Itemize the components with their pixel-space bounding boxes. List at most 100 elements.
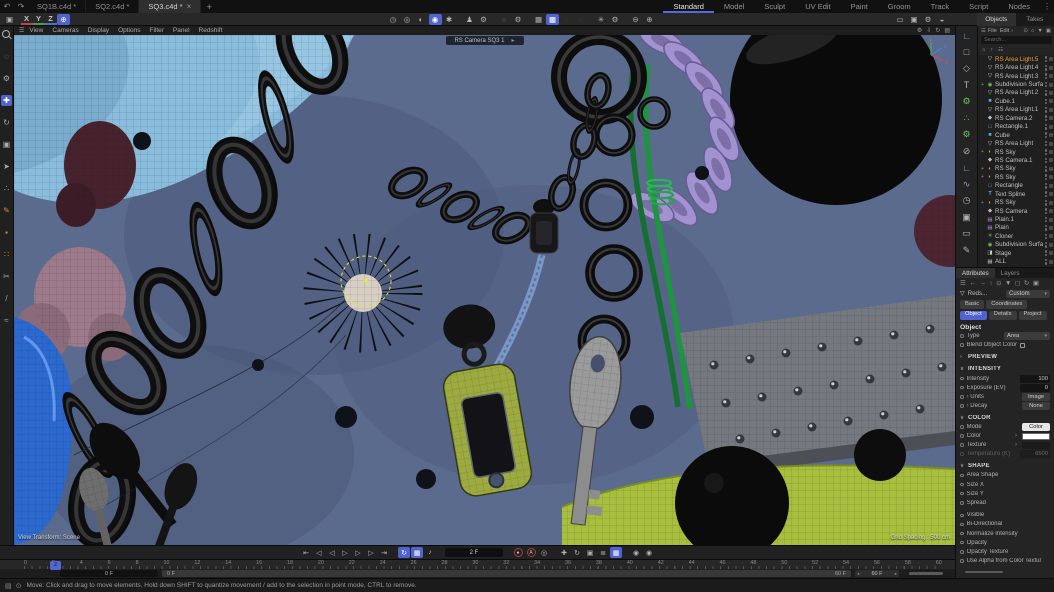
attribute-tab-button[interactable]: Details — [989, 311, 1017, 320]
objects-search-icon[interactable]: ⊙ — [1023, 28, 1028, 34]
attribute-tab-button[interactable]: Basic — [960, 300, 984, 309]
record-keyframe-button[interactable]: ● — [514, 548, 523, 557]
grab-tool-icon[interactable]: ✱ — [443, 14, 456, 25]
keyframe-dot[interactable] — [960, 452, 964, 456]
keyframe-dot[interactable] — [960, 532, 964, 536]
attribute-row[interactable]: Intensity › 100 — [956, 374, 1054, 383]
keyframe-dot[interactable] — [960, 550, 964, 554]
render-tag[interactable] — [1049, 209, 1053, 213]
visibility-dots[interactable] — [1045, 149, 1047, 155]
prev-frame-button[interactable]: ◁ — [326, 547, 338, 558]
object-row[interactable]: RS Sky — [978, 165, 1054, 173]
attribute-row[interactable]: Units › Image — [956, 392, 1054, 401]
attribute-value[interactable] — [1022, 433, 1050, 440]
next-frame-button[interactable]: ▷ — [352, 547, 364, 558]
sound-toggle-button[interactable]: ♪ — [424, 547, 436, 558]
visibility-dots[interactable] — [1045, 124, 1047, 130]
viewport-menu-item[interactable]: Cameras — [52, 26, 78, 35]
doc-tab-sq2[interactable]: SQ2.c4d * × — [86, 0, 139, 13]
axis-mode-icon[interactable]: ∟ — [960, 161, 974, 174]
visibility-dots[interactable] — [1045, 234, 1047, 240]
objects-menu-item[interactable]: File — [988, 28, 997, 34]
recent-tool-2[interactable]: ∷ — [1, 249, 12, 260]
mode-dropdown[interactable]: Custom ▾ — [1006, 290, 1050, 298]
preview-range-track[interactable]: 0 F 60 F — [162, 570, 851, 577]
visibility-dots[interactable] — [1045, 115, 1047, 121]
field-settings-icon[interactable]: ⚙ — [512, 14, 525, 25]
undo-icon[interactable]: ↶ — [0, 0, 14, 13]
range-start-field[interactable]: 0 F — [60, 570, 158, 577]
attribute-row[interactable]: Spread › — [956, 498, 1054, 507]
expand-icon[interactable] — [981, 200, 985, 206]
checkbox[interactable] — [1020, 343, 1025, 348]
render-tag[interactable] — [1049, 142, 1053, 146]
keyframe-selection-button[interactable]: ◎ — [538, 547, 550, 558]
visibility-dots[interactable] — [1045, 250, 1047, 256]
solo-off-button[interactable]: ◉ — [630, 547, 642, 558]
attribute-value[interactable] — [1022, 442, 1050, 449]
add-icon[interactable]: ⊕ — [643, 14, 656, 25]
attr-menu-icon[interactable]: ☰ — [960, 279, 966, 287]
interactive-render-icon[interactable]: ◒ — [936, 14, 949, 25]
visibility-dots[interactable] — [1045, 141, 1047, 147]
section-chevron-icon[interactable]: › — [960, 354, 965, 360]
attribute-row[interactable]: Exposure (EV) › 0 — [956, 383, 1054, 392]
object-row[interactable]: Subdivision Surface — [978, 241, 1054, 249]
tweak-tool[interactable]: ➤ — [1, 161, 12, 172]
render-tag[interactable] — [1049, 108, 1053, 112]
attribute-tab-button[interactable]: Project — [1019, 311, 1047, 320]
keyframe-dot[interactable] — [960, 501, 964, 505]
attribute-value[interactable]: 0 — [1020, 384, 1050, 392]
attribute-row[interactable]: ∨ INTENSITY › — [956, 365, 1054, 374]
render-tag[interactable] — [1049, 175, 1053, 179]
brush-tool[interactable]: / — [1, 293, 12, 304]
visibility-dots[interactable] — [1045, 90, 1047, 96]
loop-playback-button[interactable]: ↻ — [398, 547, 410, 558]
render-picture-viewer-icon[interactable]: ▣ — [908, 14, 921, 25]
visibility-dots[interactable] — [1045, 65, 1047, 71]
viewport-menu-item[interactable]: Filter — [149, 26, 163, 35]
link-arrow-icon[interactable]: › — [1015, 442, 1017, 448]
layout-tab[interactable]: Script — [959, 0, 998, 13]
objects-menu-icon[interactable]: ☰ — [981, 28, 986, 34]
attribute-row[interactable]: Use Alpha from Color Textur › — [956, 556, 1054, 565]
object-row[interactable]: Rectangle — [978, 182, 1054, 190]
prev-key-button[interactable]: ◁ — [313, 547, 325, 558]
object-row[interactable]: RS Area Light.2 — [978, 89, 1054, 97]
objects-menu-item[interactable]: Edit — [1000, 28, 1009, 34]
visibility-dots[interactable] — [1045, 191, 1047, 197]
viewport-scene[interactable]: RS Camera SQ3 1 ▸ X Y Z View Transform: … — [14, 35, 955, 545]
render-tag[interactable] — [1049, 158, 1053, 162]
record-scale-toggle[interactable]: ▣ — [584, 547, 596, 558]
visibility-dots[interactable] — [1045, 225, 1047, 231]
section-chevron-icon[interactable]: ∨ — [960, 366, 965, 372]
attribute-value[interactable]: Color — [1022, 423, 1050, 431]
attribute-row[interactable]: Size Y › — [956, 489, 1054, 498]
keyframe-dot[interactable] — [960, 523, 964, 527]
render-tag[interactable] — [1049, 234, 1053, 238]
remove-icon[interactable]: ⊖ — [629, 14, 642, 25]
viewport-menu-item[interactable]: View — [29, 26, 43, 35]
viewport-menu-item[interactable]: Display — [88, 26, 109, 35]
tab-attributes[interactable]: Attributes — [956, 268, 995, 278]
character-settings-icon[interactable]: ⚙ — [477, 14, 490, 25]
object-row[interactable]: Stage — [978, 249, 1054, 257]
visibility-dots[interactable] — [1045, 158, 1047, 164]
visibility-dots[interactable] — [1045, 242, 1047, 248]
keyframe-dot[interactable] — [960, 514, 964, 518]
object-row[interactable]: RS Area Light.4 — [978, 63, 1054, 71]
layout-tab[interactable]: Standard — [663, 0, 713, 13]
object-row[interactable]: RS Area Light.1 — [978, 106, 1054, 114]
close-icon[interactable]: × — [187, 2, 192, 11]
recent-tool-1[interactable]: ▪ — [1, 227, 12, 238]
viewport-solo-single-icon[interactable]: ◎ — [401, 14, 414, 25]
disable-mode-icon[interactable]: ⊘ — [960, 145, 974, 158]
deform-mode-icon[interactable]: ∿ — [960, 178, 974, 191]
timeline-playhead[interactable]: 2 — [50, 561, 61, 570]
attr-refresh-icon[interactable]: ↻ — [1024, 279, 1029, 287]
animation-mode-icon[interactable]: ◷ — [960, 194, 974, 207]
visibility-dots[interactable] — [1045, 259, 1047, 265]
timeline-ruler[interactable]: 0246810121416182022242628303234363840424… — [0, 559, 955, 569]
tab-layers[interactable]: Layers — [995, 268, 1026, 278]
attribute-row[interactable]: Area Shape › — [956, 471, 1054, 480]
